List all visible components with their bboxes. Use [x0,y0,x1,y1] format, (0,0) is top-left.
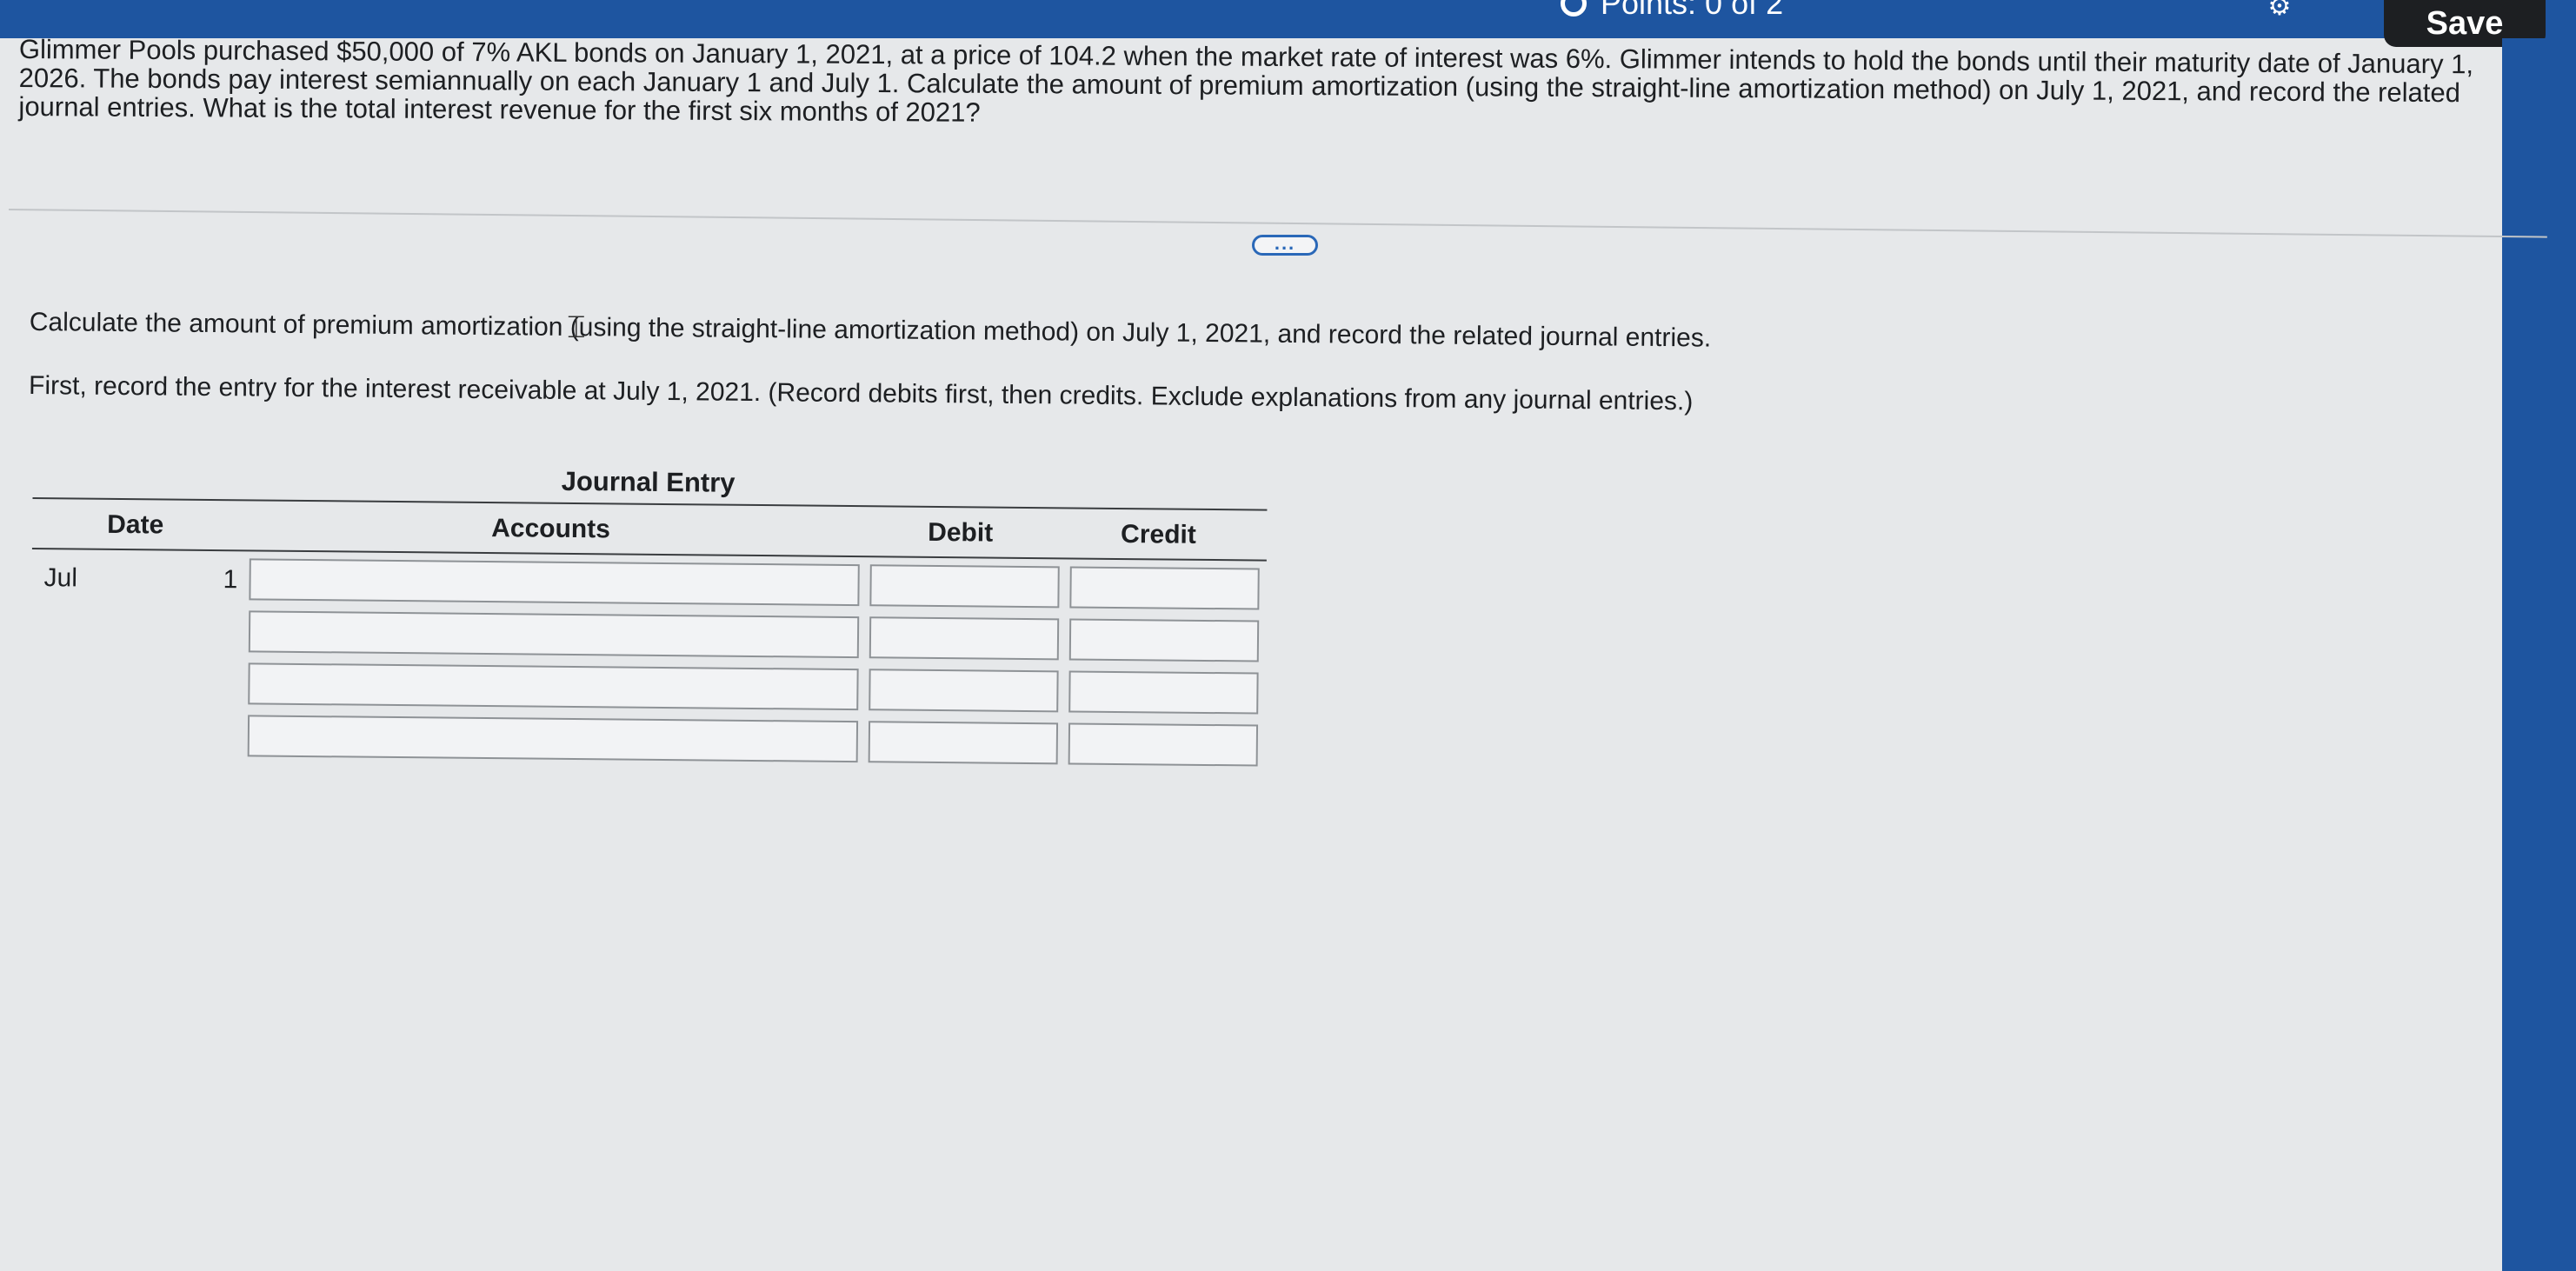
instructions: Calculate the amount of premium amortiza… [28,308,2029,419]
account-field-4[interactable] [247,715,859,763]
top-bar: Points: 0 of 2 ⚙ Save [0,0,2576,47]
text-cursor-icon: ⌶ [567,309,586,344]
date-month: Jul [43,563,78,593]
account-field-1[interactable] [249,558,860,607]
table-rule-header [31,547,1267,562]
points-indicator: Points: 0 of 2 [1561,0,1783,19]
debit-field-1[interactable] [869,564,1060,609]
help-icon[interactable]: ⚙ [2260,0,2299,21]
date-day: 1 [223,565,238,595]
account-input-3[interactable] [250,664,857,709]
debit-input-1[interactable] [871,566,1058,607]
expand-button[interactable]: ... [1252,234,1318,256]
journal-entry-table: Journal Entry Date Accounts Debit Credit… [30,452,1268,795]
debit-input-4[interactable] [869,722,1057,763]
journal-title: Journal Entry [561,465,736,498]
debit-field-2[interactable] [869,616,1060,661]
credit-input-3[interactable] [1070,672,1257,713]
progress-ring-icon [1561,0,1587,17]
account-field-3[interactable] [248,662,859,711]
debit-input-3[interactable] [870,670,1057,711]
debit-input-2[interactable] [870,618,1058,659]
right-panel-strip [2502,38,2576,1271]
question-text: Glimmer Pools purchased $50,000 of 7% AK… [18,34,2474,128]
credit-field-2[interactable] [1068,618,1260,662]
table-rule-top [32,496,1268,511]
debit-field-3[interactable] [869,669,1059,713]
instruction-line-1: Calculate the amount of premium amortiza… [29,308,1712,353]
credit-input-4[interactable] [1069,724,1257,765]
credit-field-4[interactable] [1068,722,1259,767]
credit-header: Credit [1120,520,1196,549]
credit-input-2[interactable] [1070,620,1258,661]
account-input-1[interactable] [250,560,858,605]
account-field-2[interactable] [248,610,860,659]
account-input-2[interactable] [250,612,858,657]
points-text: Points: 0 of 2 [1601,0,1784,21]
accounts-header: Accounts [491,514,611,544]
debit-header: Debit [928,517,994,548]
account-input-4[interactable] [249,716,857,762]
date-header: Date [107,509,164,540]
instruction-line-2: First, record the entry for the interest… [28,370,1694,416]
credit-input-1[interactable] [1071,568,1258,609]
debit-field-4[interactable] [868,721,1059,765]
credit-field-1[interactable] [1069,566,1260,610]
credit-field-3[interactable] [1068,670,1259,715]
